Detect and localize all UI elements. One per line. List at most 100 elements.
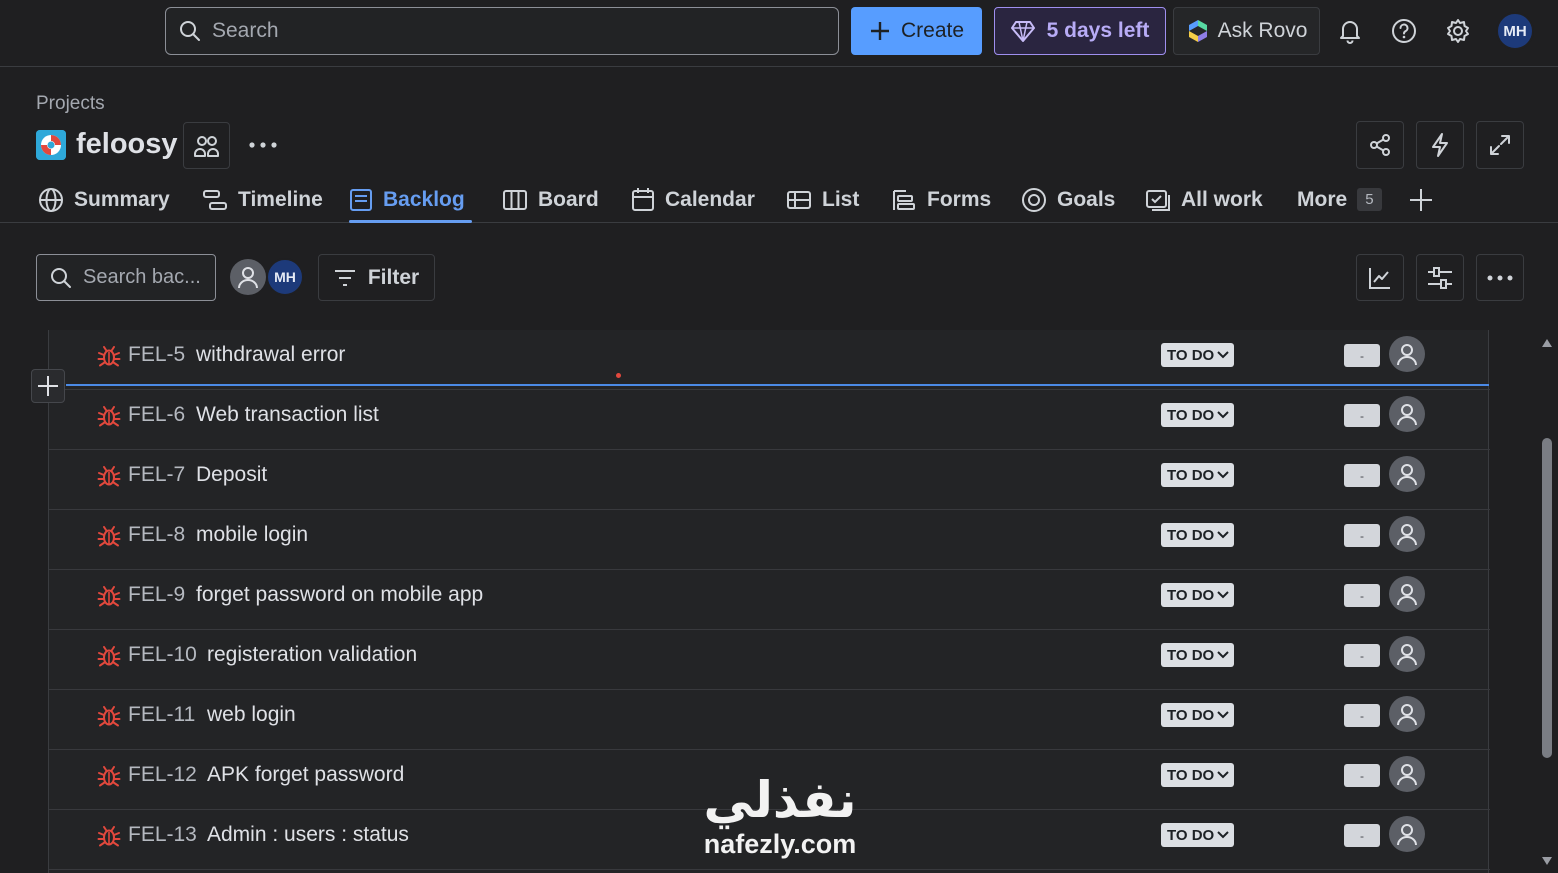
assignee-avatar-mh[interactable]: MH [266, 258, 304, 296]
tab-board[interactable]: Board [502, 176, 599, 223]
status-dropdown[interactable]: TO DO [1161, 763, 1235, 787]
tab-board-label: Board [538, 187, 599, 211]
tab-summary[interactable]: Summary [38, 176, 170, 223]
issue-key[interactable]: FEL-7 [128, 463, 185, 487]
tab-calendar[interactable]: Calendar [631, 176, 755, 223]
create-button[interactable]: Create [851, 7, 982, 55]
share-button[interactable] [1356, 121, 1404, 169]
tab-calendar-label: Calendar [665, 187, 755, 211]
issue-summary[interactable]: registeration validation [207, 643, 417, 667]
status-label: TO DO [1167, 826, 1215, 844]
status-dropdown[interactable]: TO DO [1161, 403, 1235, 427]
issue-key[interactable]: FEL-5 [128, 343, 185, 367]
automation-button[interactable] [1416, 121, 1464, 169]
story-points-field[interactable]: - [1344, 524, 1380, 547]
scrollbar-thumb[interactable] [1542, 438, 1552, 758]
unassigned-avatar[interactable] [230, 259, 266, 295]
assignee-avatar[interactable] [1389, 396, 1425, 432]
list-icon [787, 190, 811, 209]
tab-goals[interactable]: Goals [1021, 176, 1115, 223]
issue-row[interactable]: FEL-9 forget password on mobile app TO DO - [49, 570, 1490, 630]
assignee-avatar[interactable] [1389, 636, 1425, 672]
tab-more[interactable]: More 5 [1297, 176, 1382, 223]
issue-row[interactable]: FEL-12 APK forget password TO DO - [49, 750, 1490, 810]
tab-list[interactable]: List [786, 176, 859, 223]
assignee-avatar[interactable] [1389, 576, 1425, 612]
issue-summary[interactable]: forget password on mobile app [196, 583, 483, 607]
issue-key[interactable]: FEL-8 [128, 523, 185, 547]
fullscreen-button[interactable] [1476, 121, 1524, 169]
assignee-avatar[interactable] [1389, 456, 1425, 492]
global-search-input[interactable]: Search [165, 7, 839, 55]
profile-avatar[interactable]: MH [1496, 12, 1534, 50]
status-dropdown[interactable]: TO DO [1161, 523, 1235, 547]
story-points-field[interactable]: - [1344, 464, 1380, 487]
issue-key[interactable]: FEL-11 [128, 703, 195, 727]
chevron-down-icon [1217, 831, 1229, 839]
project-people-button[interactable] [183, 122, 230, 169]
status-dropdown[interactable]: TO DO [1161, 643, 1235, 667]
issue-summary[interactable]: Deposit [196, 463, 267, 487]
assignee-avatar[interactable] [1389, 816, 1425, 852]
story-points-field[interactable]: - [1344, 704, 1380, 727]
assignee-avatar[interactable] [1389, 516, 1425, 552]
issue-key[interactable]: FEL-10 [128, 643, 197, 667]
story-points-field[interactable]: - [1344, 764, 1380, 787]
issue-summary[interactable]: Admin : users : status [207, 823, 409, 847]
tab-timeline[interactable]: Timeline [202, 176, 323, 223]
story-points-field[interactable]: - [1344, 644, 1380, 667]
issue-row[interactable]: FEL-7 Deposit TO DO - [49, 450, 1490, 510]
issue-row[interactable]: FEL-13 Admin : users : status TO DO - [49, 810, 1490, 870]
issue-key[interactable]: FEL-6 [128, 403, 185, 427]
trial-days-left-button[interactable]: 5 days left [994, 7, 1166, 55]
tab-forms-label: Forms [927, 187, 992, 211]
rovo-icon [1188, 20, 1207, 42]
issue-key[interactable]: FEL-13 [128, 823, 197, 847]
assignee-avatar[interactable] [1389, 336, 1425, 372]
issue-row[interactable]: FEL-6 Web transaction list TO DO - [49, 390, 1490, 450]
issue-row[interactable]: FEL-8 mobile login TO DO - [49, 510, 1490, 570]
issue-row[interactable]: FEL-5 withdrawal error TO DO - [49, 330, 1490, 390]
breadcrumb-projects[interactable]: Projects [36, 93, 105, 115]
settings-button[interactable] [1441, 14, 1475, 48]
issue-summary[interactable]: mobile login [196, 523, 308, 547]
status-dropdown[interactable]: TO DO [1161, 343, 1235, 367]
status-dropdown[interactable]: TO DO [1161, 823, 1235, 847]
insert-issue-button[interactable] [31, 369, 65, 403]
status-dropdown[interactable]: TO DO [1161, 463, 1235, 487]
issue-key[interactable]: FEL-12 [128, 763, 197, 787]
scroll-up-arrow-icon[interactable] [1541, 338, 1553, 348]
backlog-icon [350, 188, 372, 211]
issue-summary[interactable]: web login [207, 703, 296, 727]
insights-button[interactable] [1356, 254, 1404, 301]
story-points-field[interactable]: - [1344, 344, 1380, 367]
story-points-field[interactable]: - [1344, 404, 1380, 427]
story-points-field[interactable]: - [1344, 824, 1380, 847]
issue-row[interactable]: FEL-10 registeration validation TO DO - [49, 630, 1490, 690]
assignee-avatar[interactable] [1389, 756, 1425, 792]
issue-summary[interactable]: Web transaction list [196, 403, 379, 427]
filter-button[interactable]: Filter [318, 254, 435, 301]
chevron-down-icon [1217, 531, 1229, 539]
view-settings-button[interactable] [1416, 254, 1464, 301]
notifications-button[interactable] [1333, 14, 1367, 48]
issue-key[interactable]: FEL-9 [128, 583, 185, 607]
issue-summary[interactable]: APK forget password [207, 763, 404, 787]
project-more-button[interactable] [247, 128, 279, 162]
issue-summary[interactable]: withdrawal error [196, 343, 345, 367]
tab-forms[interactable]: Forms [891, 176, 991, 223]
backlog-more-button[interactable] [1476, 254, 1524, 301]
add-tab-button[interactable] [1409, 176, 1433, 223]
tab-all-work[interactable]: All work [1145, 176, 1263, 223]
vertical-scrollbar[interactable] [1538, 336, 1558, 873]
help-button[interactable] [1387, 14, 1421, 48]
scroll-down-arrow-icon[interactable] [1541, 856, 1553, 866]
status-dropdown[interactable]: TO DO [1161, 583, 1235, 607]
ask-rovo-button[interactable]: Ask Rovo [1173, 7, 1320, 55]
issue-row[interactable]: FEL-11 web login TO DO - [49, 690, 1490, 750]
tab-backlog[interactable]: Backlog [349, 176, 472, 223]
story-points-field[interactable]: - [1344, 584, 1380, 607]
backlog-search-input[interactable]: Search bac... [36, 254, 216, 301]
assignee-avatar[interactable] [1389, 696, 1425, 732]
status-dropdown[interactable]: TO DO [1161, 703, 1235, 727]
